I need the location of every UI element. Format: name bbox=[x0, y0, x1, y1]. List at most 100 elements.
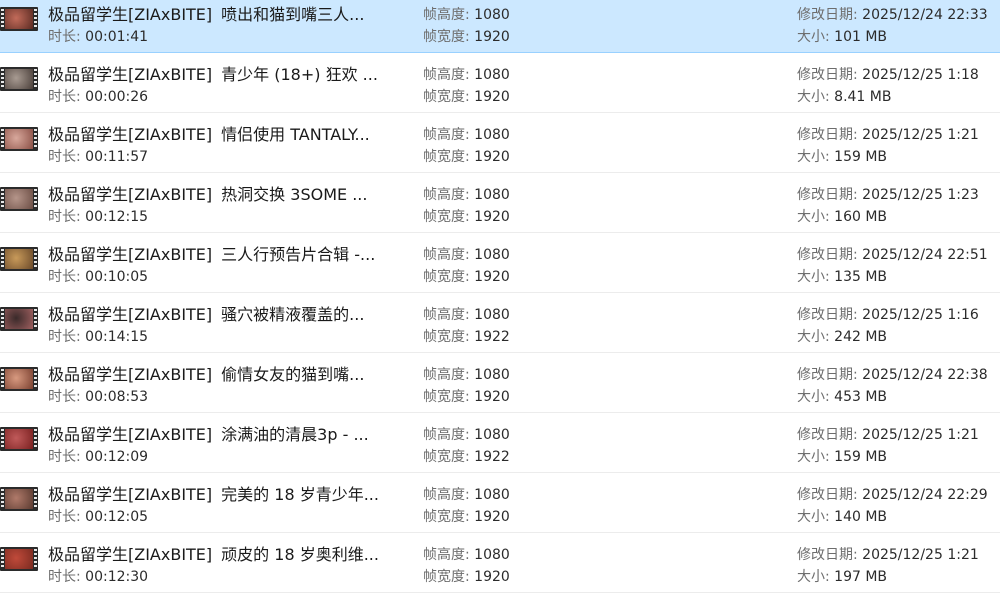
file-row[interactable]: 极品留学生[ZIAxBITE] 情侣使用 TANTALY... 时长: 00:11… bbox=[0, 113, 1000, 173]
duration-label: 时长: bbox=[48, 329, 86, 345]
frame-height-label: 帧高度: bbox=[423, 67, 475, 83]
file-row[interactable]: 极品留学生[ZIAxBITE] 骚穴被精液覆盖的... 时长: 00:14:15 … bbox=[0, 293, 1000, 353]
modified-date-value: 2025/12/25 1:21 bbox=[862, 547, 979, 563]
file-size-field: 大小: 101 MB bbox=[797, 26, 887, 46]
file-size-value: 453 MB bbox=[834, 389, 888, 405]
file-row[interactable]: 极品留学生[ZIAxBITE] 顽皮的 18 岁奥利维... 时长: 00:12:… bbox=[0, 533, 1000, 593]
file-size-field: 大小: 135 MB bbox=[797, 266, 887, 286]
duration-field: 时长: 00:08:53 bbox=[48, 386, 148, 406]
video-thumbnail-icon bbox=[0, 487, 38, 511]
file-name-text: 喷出和猫到嘴三人... bbox=[221, 5, 365, 24]
frame-width-field: 帧宽度: 1920 bbox=[423, 146, 510, 166]
frame-height-field: 帧高度: 1080 bbox=[423, 424, 510, 444]
duration-value: 00:11:57 bbox=[85, 149, 149, 165]
frame-width-label: 帧宽度: bbox=[423, 29, 475, 45]
duration-value: 00:12:09 bbox=[85, 449, 149, 465]
modified-date-value: 2025/12/24 22:33 bbox=[862, 7, 988, 23]
frame-width-label: 帧宽度: bbox=[423, 569, 475, 585]
file-name[interactable]: 极品留学生[ZIAxBITE] 偷情女友的猫到嘴... bbox=[48, 361, 364, 385]
file-size-value: 160 MB bbox=[834, 209, 888, 225]
modified-date-label: 修改日期: bbox=[797, 547, 863, 563]
file-name[interactable]: 极品留学生[ZIAxBITE] 喷出和猫到嘴三人... bbox=[48, 1, 364, 25]
frame-width-label: 帧宽度: bbox=[423, 209, 475, 225]
file-size-field: 大小: 453 MB bbox=[797, 386, 887, 406]
frame-height-field: 帧高度: 1080 bbox=[423, 244, 510, 264]
file-size-field: 大小: 140 MB bbox=[797, 506, 887, 526]
file-name-text: 顽皮的 18 岁奥利维... bbox=[221, 545, 379, 564]
frame-width-value: 1920 bbox=[474, 149, 510, 165]
file-name[interactable]: 极品留学生[ZIAxBITE] 青少年 (18+) 狂欢 ... bbox=[48, 61, 378, 85]
file-name[interactable]: 极品留学生[ZIAxBITE] 完美的 18 岁青少年... bbox=[48, 481, 379, 505]
duration-label: 时长: bbox=[48, 29, 86, 45]
file-row[interactable]: 极品留学生[ZIAxBITE] 涂满油的清晨3p - ... 时长: 00:12:… bbox=[0, 413, 1000, 473]
frame-height-field: 帧高度: 1080 bbox=[423, 64, 510, 84]
frame-width-value: 1920 bbox=[474, 89, 510, 105]
frame-height-value: 1080 bbox=[474, 247, 510, 263]
file-row[interactable]: 极品留学生[ZIAxBITE] 偷情女友的猫到嘴... 时长: 00:08:53 … bbox=[0, 353, 1000, 413]
file-size-label: 大小: bbox=[797, 29, 835, 45]
file-name[interactable]: 极品留学生[ZIAxBITE] 三人行预告片合辑 -... bbox=[48, 241, 375, 265]
modified-date-label: 修改日期: bbox=[797, 7, 863, 23]
duration-label: 时长: bbox=[48, 89, 86, 105]
frame-width-value: 1922 bbox=[474, 449, 510, 465]
file-name[interactable]: 极品留学生[ZIAxBITE] 热洞交换 3SOME ... bbox=[48, 181, 367, 205]
file-size-label: 大小: bbox=[797, 149, 835, 165]
modified-date-value: 2025/12/24 22:51 bbox=[862, 247, 988, 263]
frame-height-label: 帧高度: bbox=[423, 367, 475, 383]
modified-date-field: 修改日期: 2025/12/25 1:16 bbox=[797, 304, 979, 324]
file-name-prefix: 极品留学生[ZIAxBITE] bbox=[48, 365, 213, 384]
duration-label: 时长: bbox=[48, 449, 86, 465]
frame-width-field: 帧宽度: 1922 bbox=[423, 326, 510, 346]
file-row[interactable]: 极品留学生[ZIAxBITE] 完美的 18 岁青少年... 时长: 00:12:… bbox=[0, 473, 1000, 533]
frame-height-label: 帧高度: bbox=[423, 427, 475, 443]
file-name[interactable]: 极品留学生[ZIAxBITE] 顽皮的 18 岁奥利维... bbox=[48, 541, 379, 565]
file-name[interactable]: 极品留学生[ZIAxBITE] 涂满油的清晨3p - ... bbox=[48, 421, 369, 445]
duration-field: 时长: 00:12:05 bbox=[48, 506, 148, 526]
duration-value: 00:10:05 bbox=[85, 269, 149, 285]
file-size-label: 大小: bbox=[797, 569, 835, 585]
frame-width-value: 1920 bbox=[474, 569, 510, 585]
frame-width-field: 帧宽度: 1920 bbox=[423, 26, 510, 46]
frame-width-label: 帧宽度: bbox=[423, 149, 475, 165]
file-name-text: 涂满油的清晨3p - ... bbox=[221, 425, 369, 444]
frame-height-value: 1080 bbox=[474, 67, 510, 83]
frame-height-field: 帧高度: 1080 bbox=[423, 4, 510, 24]
file-row[interactable]: 极品留学生[ZIAxBITE] 热洞交换 3SOME ... 时长: 00:12:… bbox=[0, 173, 1000, 233]
file-row[interactable]: 极品留学生[ZIAxBITE] 青少年 (18+) 狂欢 ... 时长: 00:0… bbox=[0, 53, 1000, 113]
file-name[interactable]: 极品留学生[ZIAxBITE] 骚穴被精液覆盖的... bbox=[48, 301, 364, 325]
modified-date-value: 2025/12/25 1:21 bbox=[862, 427, 979, 443]
file-row[interactable]: 极品留学生[ZIAxBITE] 喷出和猫到嘴三人... 时长: 00:01:41 … bbox=[0, 0, 1000, 53]
file-size-value: 8.41 MB bbox=[834, 89, 892, 105]
duration-value: 00:00:26 bbox=[85, 89, 149, 105]
duration-field: 时长: 00:14:15 bbox=[48, 326, 148, 346]
file-name-text: 三人行预告片合辑 -... bbox=[221, 245, 376, 264]
modified-date-label: 修改日期: bbox=[797, 247, 863, 263]
frame-height-label: 帧高度: bbox=[423, 487, 475, 503]
file-name[interactable]: 极品留学生[ZIAxBITE] 情侣使用 TANTALY... bbox=[48, 121, 370, 145]
frame-width-value: 1920 bbox=[474, 269, 510, 285]
modified-date-label: 修改日期: bbox=[797, 427, 863, 443]
duration-label: 时长: bbox=[48, 149, 86, 165]
frame-height-label: 帧高度: bbox=[423, 247, 475, 263]
frame-width-field: 帧宽度: 1920 bbox=[423, 506, 510, 526]
frame-width-label: 帧宽度: bbox=[423, 329, 475, 345]
file-size-field: 大小: 160 MB bbox=[797, 206, 887, 226]
file-size-label: 大小: bbox=[797, 509, 835, 525]
modified-date-label: 修改日期: bbox=[797, 487, 863, 503]
duration-field: 时长: 00:12:30 bbox=[48, 566, 148, 586]
frame-width-value: 1922 bbox=[474, 329, 510, 345]
duration-value: 00:12:15 bbox=[85, 209, 149, 225]
frame-height-field: 帧高度: 1080 bbox=[423, 364, 510, 384]
frame-height-value: 1080 bbox=[474, 187, 510, 203]
file-size-value: 197 MB bbox=[834, 569, 888, 585]
file-row[interactable]: 极品留学生[ZIAxBITE] 三人行预告片合辑 -... 时长: 00:10:0… bbox=[0, 233, 1000, 293]
frame-width-label: 帧宽度: bbox=[423, 389, 475, 405]
file-size-field: 大小: 242 MB bbox=[797, 326, 887, 346]
frame-height-label: 帧高度: bbox=[423, 307, 475, 323]
file-size-value: 159 MB bbox=[834, 449, 888, 465]
frame-width-value: 1920 bbox=[474, 509, 510, 525]
duration-value: 00:12:30 bbox=[85, 569, 149, 585]
frame-height-value: 1080 bbox=[474, 7, 510, 23]
frame-height-value: 1080 bbox=[474, 487, 510, 503]
duration-field: 时长: 00:11:57 bbox=[48, 146, 148, 166]
